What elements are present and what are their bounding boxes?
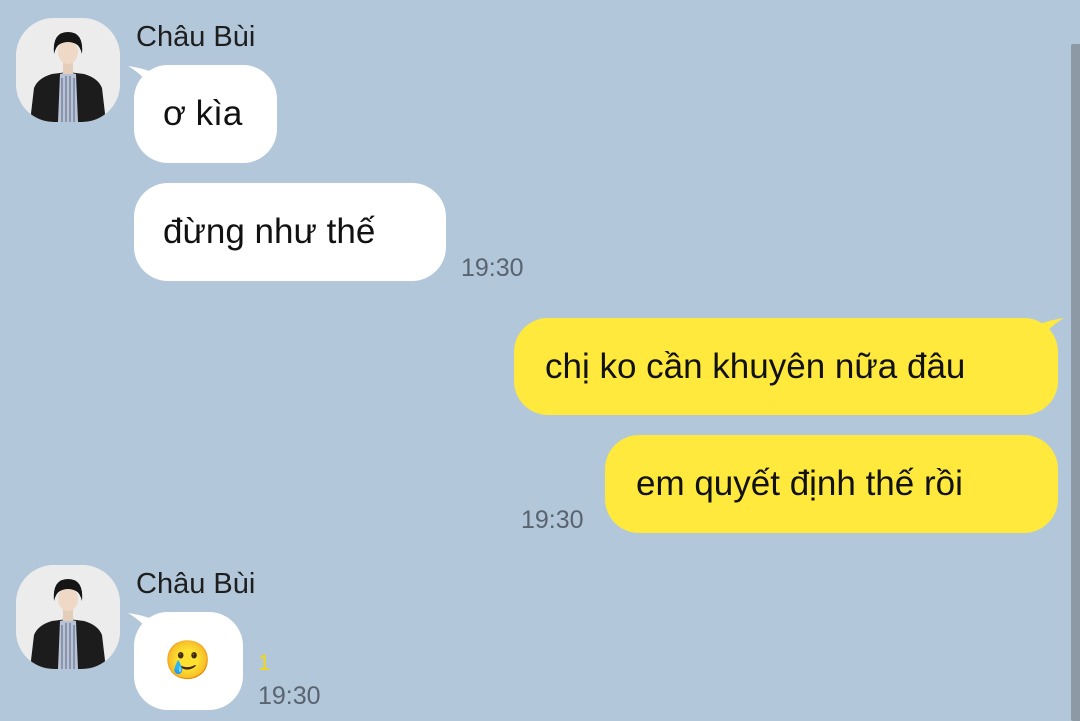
avatar-photo-icon xyxy=(16,565,120,669)
avatar-photo-icon xyxy=(16,18,120,122)
message-time: 19:30 xyxy=(521,506,584,534)
message-bubble[interactable]: đừng như thế xyxy=(134,183,446,281)
emoji-bubble[interactable]: 🥲 xyxy=(134,612,243,710)
message-text: ơ kìa xyxy=(163,94,243,133)
message-time: 19:30 xyxy=(258,682,321,710)
sender-name: Châu Bùi xyxy=(136,568,256,600)
message-text: em quyết định thế rồi xyxy=(636,464,963,503)
message-text: chị ko cần khuyên nữa đâu xyxy=(545,346,966,386)
unread-count: 1 xyxy=(258,650,271,675)
sender-avatar[interactable] xyxy=(16,565,120,669)
emoji-text: 🥲 xyxy=(164,640,212,682)
sender-avatar[interactable] xyxy=(16,18,120,122)
scrollbar[interactable] xyxy=(1071,44,1080,721)
message-time: 19:30 xyxy=(461,254,524,282)
message-text: đừng như thế xyxy=(163,212,376,251)
message-bubble[interactable]: ơ kìa xyxy=(134,65,277,163)
sender-name: Châu Bùi xyxy=(136,21,256,53)
message-bubble[interactable]: chị ko cần khuyên nữa đâu xyxy=(514,318,1058,415)
message-bubble[interactable]: em quyết định thế rồi xyxy=(605,435,1058,533)
chat-area[interactable]: Châu Bùi ơ kìa đừng như thế 19:30 chị ko… xyxy=(0,0,1080,721)
